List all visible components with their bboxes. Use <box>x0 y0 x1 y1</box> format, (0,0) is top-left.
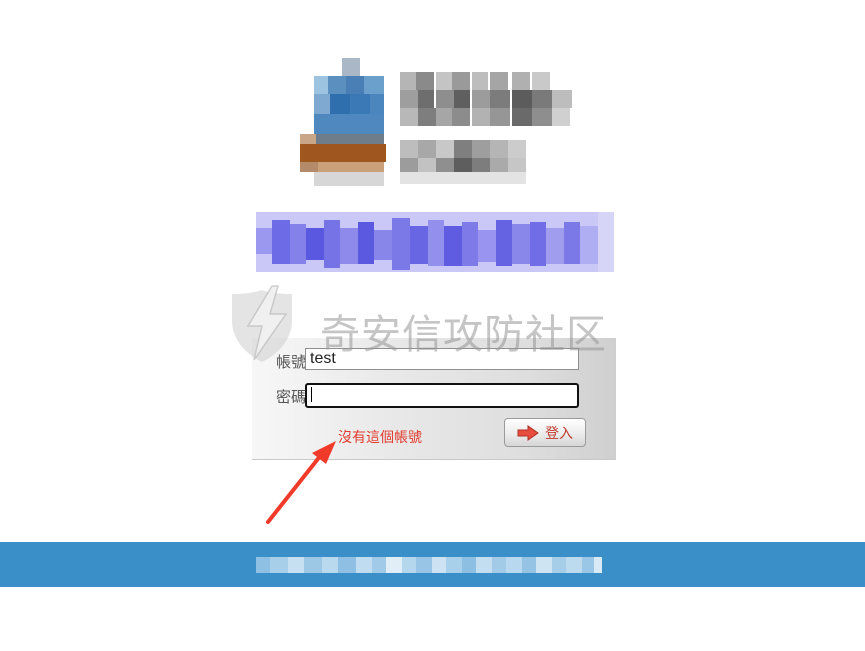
arrow-right-icon <box>517 424 539 441</box>
password-label: 密碼 <box>275 388 306 406</box>
account-input[interactable]: test <box>305 348 579 370</box>
footer-bar <box>0 542 865 587</box>
annotation-arrow <box>266 441 336 524</box>
text-caret <box>311 387 312 403</box>
account-input-value: test <box>310 350 336 367</box>
logo-image-obscured <box>300 58 572 186</box>
login-button-label: 登入 <box>545 425 573 442</box>
account-label: 帳號 <box>275 353 306 371</box>
login-page: 奇安信攻防社区 帳號 test 密碼 沒有這個帳號 登入 <box>0 0 865 651</box>
site-title-obscured <box>256 212 614 272</box>
login-button[interactable]: 登入 <box>504 418 586 447</box>
footer-text-obscured <box>256 557 602 573</box>
password-input[interactable] <box>305 383 579 408</box>
error-message: 沒有這個帳號 <box>338 430 422 446</box>
